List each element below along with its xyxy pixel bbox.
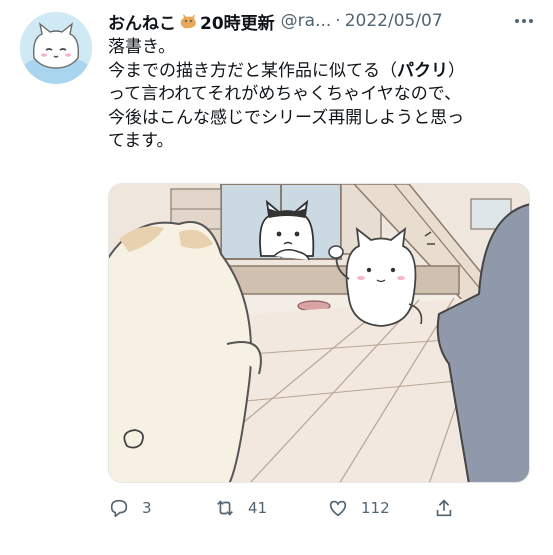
like-count: 112 [361,499,390,517]
display-name[interactable]: おんねこ [108,9,176,34]
reply-icon [110,499,128,518]
retweet-button[interactable]: 41 [214,492,267,524]
reply-count: 3 [142,499,152,517]
tweet-date[interactable]: 2022/05/07 [345,11,443,31]
text-line-2-bold: パクリ [397,60,448,81]
share-icon [436,499,452,517]
cat-cafe-illustration [109,184,529,482]
separator-dot: · [335,11,341,31]
text-line-5: てます。 [108,131,174,151]
text-line-2a: 今までの描き方だと某作品に似てる（ [108,60,397,81]
text-line-4: 今後はこんな感じでシリーズ再開しようと思っ [108,107,465,128]
tweet-media-image[interactable] [108,183,530,483]
avatar[interactable] [20,12,92,84]
cat-avatar-icon [20,12,92,84]
name-suffix: 20時更新 [200,13,275,34]
text-line-3: って言われてそれがめちゃくちゃイヤなので、 [108,84,462,104]
text-line-1: 落書き。 [108,37,176,57]
tweet-text: 落書き。 今までの描き方だと某作品に似てる（パクリ） って言われてそれがめちゃく… [108,36,538,154]
tweet-header: おんねこ 20時更新 @ra... · 2022/05/07 [108,8,548,34]
more-icon[interactable] [512,10,536,32]
heart-icon [329,500,347,517]
tweet-actions: 3 41 112 [108,492,548,524]
retweet-icon [217,500,233,516]
retweet-count: 41 [248,499,268,517]
reply-button[interactable]: 3 [108,492,152,524]
user-handle[interactable]: @ra... [281,11,332,31]
text-line-2b: ） [448,60,465,81]
like-button[interactable]: 112 [327,492,390,524]
share-button[interactable] [433,492,467,524]
cat-emoji-icon [178,11,198,31]
